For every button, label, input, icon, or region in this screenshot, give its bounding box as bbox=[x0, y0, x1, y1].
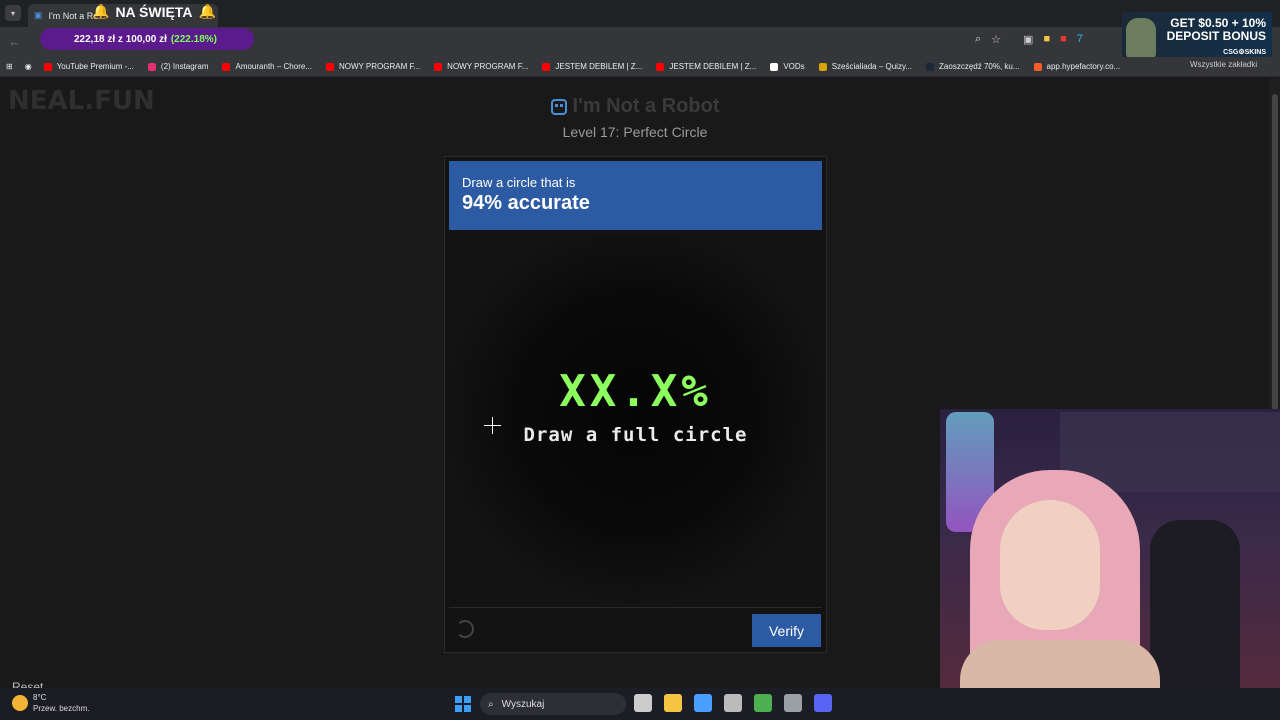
bookmark-item[interactable]: JESTEM DEBILEM | Z... bbox=[542, 62, 642, 71]
bookmark-favicon-icon bbox=[1033, 62, 1042, 71]
bookmark-item[interactable]: NOWY PROGRAM F... bbox=[325, 62, 421, 71]
bookmark-item[interactable]: YouTube Premium -... bbox=[43, 62, 134, 71]
crosshair-cursor-icon bbox=[484, 417, 501, 434]
address-bar-icons: ⌕ ☆ ▣ ■ ■ 7 bbox=[975, 33, 1083, 46]
bookmark-label: NOWY PROGRAM F... bbox=[447, 62, 529, 71]
bookmark-label: JESTEM DEBILEM | Z... bbox=[669, 62, 757, 71]
bookmark-item[interactable]: Amouranth – Chore... bbox=[222, 62, 312, 71]
challenge-banner: Draw a circle that is 94% accurate bbox=[449, 161, 822, 230]
apps-grid-icon[interactable]: ⊞ bbox=[6, 62, 13, 71]
extension-icon[interactable]: 7 bbox=[1077, 33, 1083, 46]
weather-temperature[interactable]: 8°C bbox=[33, 693, 46, 702]
bookmark-favicon-icon bbox=[770, 62, 779, 71]
tab-title: I'm Not a Ro bbox=[48, 10, 99, 21]
bookmark-favicon-icon bbox=[325, 62, 334, 71]
page-header: I'm Not a Robot bbox=[0, 95, 1270, 118]
robot-favicon-icon: ▣ bbox=[34, 10, 43, 20]
bookmark-item[interactable]: Zaoszczędź 70%, ku... bbox=[926, 62, 1020, 71]
bookmark-label: Sześcialiada – Quizy... bbox=[831, 62, 913, 71]
taskbar-search[interactable]: ⌕ Wyszukaj bbox=[480, 693, 626, 715]
taskbar-app-icon[interactable] bbox=[724, 694, 742, 712]
taskbar-app-icon[interactable] bbox=[784, 694, 802, 712]
search-placeholder: Wyszukaj bbox=[501, 698, 545, 710]
card-divider bbox=[449, 607, 822, 608]
bell-icon: 🔔 bbox=[92, 3, 110, 19]
tab-search-button[interactable]: ▾ bbox=[5, 5, 21, 21]
bookmark-label: (2) Instagram bbox=[160, 62, 209, 71]
bookmark-label: Zaoszczędź 70%, ku... bbox=[939, 62, 1020, 71]
weather-sun-icon[interactable] bbox=[12, 695, 28, 711]
windows-start-icon[interactable] bbox=[455, 696, 471, 712]
verify-button[interactable]: Verify bbox=[752, 614, 821, 647]
bookmark-label: VODs bbox=[783, 62, 805, 71]
bookmark-list: YouTube Premium -... (2) Instagram Amouran… bbox=[43, 62, 1135, 71]
bookmark-label: JESTEM DEBILEM | Z... bbox=[555, 62, 643, 71]
search-icon: ⌕ bbox=[488, 698, 494, 710]
bookmark-label: NOWY PROGRAM F... bbox=[338, 62, 421, 71]
bookmark-favicon-icon bbox=[147, 62, 156, 71]
star-icon[interactable]: ☆ bbox=[991, 33, 1001, 46]
drawing-instruction: Draw a full circle bbox=[523, 424, 748, 446]
bookmark-favicon-icon bbox=[434, 62, 443, 71]
taskbar-app-icons bbox=[634, 694, 832, 712]
bookmark-favicon-icon bbox=[926, 62, 935, 71]
donation-goal-pill: 222,18 zł z 100,00 zł (222.18%) bbox=[40, 28, 254, 50]
all-bookmarks-button[interactable]: Wszystkie zakładki bbox=[1190, 60, 1257, 69]
weather-description[interactable]: Przew. bezchm. bbox=[33, 704, 89, 713]
bookmark-item[interactable]: JESTEM DEBILEM | Z... bbox=[656, 62, 756, 71]
refresh-icon[interactable] bbox=[456, 620, 474, 638]
challenge-target: 94% accurate bbox=[462, 192, 590, 214]
bookmark-item[interactable]: NOWY PROGRAM F... bbox=[434, 62, 528, 71]
taskbar-app-icon[interactable] bbox=[754, 694, 772, 712]
extension-icon[interactable]: ■ bbox=[1060, 33, 1067, 46]
taskbar-app-icon[interactable] bbox=[814, 694, 832, 712]
bookmark-favicon-icon bbox=[222, 62, 231, 71]
robot-icon bbox=[550, 98, 567, 115]
back-arrow-icon[interactable]: ← bbox=[8, 34, 21, 49]
bookmark-label: YouTube Premium -... bbox=[56, 62, 134, 71]
bookmark-label: Amouranth – Chore... bbox=[235, 62, 312, 71]
zoom-icon[interactable]: ⌕ bbox=[975, 33, 981, 46]
bookmark-favicon-icon bbox=[43, 62, 52, 71]
accuracy-score: XX.X% bbox=[559, 366, 712, 417]
webcam-person-face bbox=[1000, 500, 1100, 630]
bookmarks-bar: ⊞ ◉ YouTube Premium -... (2) Instagram Amo… bbox=[0, 57, 1280, 77]
drawing-canvas[interactable] bbox=[449, 236, 822, 606]
bookmark-favicon-icon bbox=[656, 62, 665, 71]
taskbar-app-icon[interactable] bbox=[634, 694, 652, 712]
ad-mascot-icon bbox=[1126, 18, 1156, 58]
bookmark-item[interactable]: VODs bbox=[770, 62, 805, 71]
page-title: I'm Not a Robot bbox=[572, 95, 720, 117]
bookmark-item[interactable]: Sześcialiada – Quizy... bbox=[818, 62, 913, 71]
bookmark-favicon-icon bbox=[542, 62, 551, 71]
bookmark-item[interactable]: (2) Instagram bbox=[147, 62, 209, 71]
bookmark-favicon-icon bbox=[818, 62, 827, 71]
extension-icon[interactable]: ▣ bbox=[1023, 33, 1033, 46]
taskbar-app-icon[interactable] bbox=[664, 694, 682, 712]
bell-icon: 🔔 bbox=[198, 3, 216, 19]
stream-overlay-title: 🔔 NA ŚWIĘTA 🔔 bbox=[92, 3, 216, 20]
challenge-prompt: Draw a circle that is bbox=[462, 175, 576, 190]
extension-icon[interactable]: ◉ bbox=[25, 62, 32, 71]
level-label: Level 17: Perfect Circle bbox=[562, 124, 708, 140]
taskbar-app-icon[interactable] bbox=[694, 694, 712, 712]
extension-icon[interactable]: ■ bbox=[1043, 33, 1050, 46]
bookmark-label: app.hypefactory.co... bbox=[1046, 62, 1121, 71]
bookmark-item[interactable]: app.hypefactory.co... bbox=[1033, 62, 1121, 71]
